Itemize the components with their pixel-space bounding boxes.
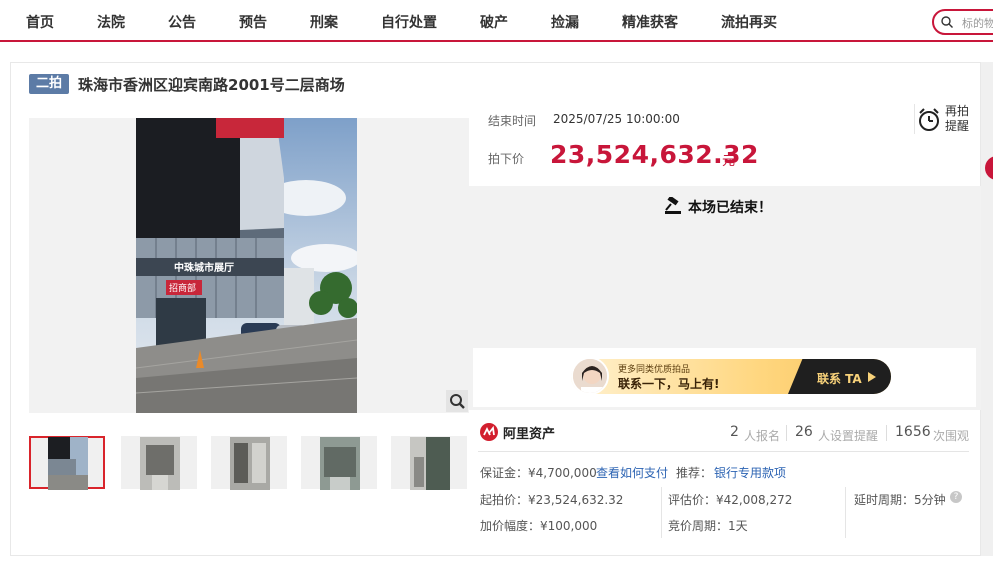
stat-divider bbox=[886, 425, 887, 441]
arrow-right-icon bbox=[868, 372, 876, 382]
search-icon bbox=[941, 16, 953, 28]
photo-banner: 招商部 bbox=[169, 282, 196, 294]
search-input[interactable]: 标的物 bbox=[962, 15, 993, 31]
end-time-value: 2025/07/25 10:00:00 bbox=[553, 112, 680, 126]
brand-name: 阿里资产 bbox=[503, 427, 556, 442]
end-time-label: 结束时间 bbox=[488, 114, 537, 128]
signup-label: 人报名 bbox=[744, 429, 781, 443]
thumbnail-5[interactable] bbox=[391, 436, 467, 490]
nav-item-court[interactable]: 法院 bbox=[97, 12, 125, 32]
delay-period: 延时周期：5分钟 bbox=[854, 493, 946, 507]
top-nav: 首页 法院 公告 预告 刑案 自行处置 破产 捡漏 精准获客 流拍再买 标的物 bbox=[0, 0, 993, 42]
alarm-clock-icon bbox=[919, 108, 939, 131]
nav-item-criminal[interactable]: 刑案 bbox=[310, 12, 338, 32]
help-icon[interactable]: ? bbox=[950, 491, 962, 503]
bid-increment: 加价幅度：¥100,000 bbox=[480, 519, 598, 533]
search-box[interactable]: 标的物 bbox=[932, 9, 993, 35]
stat-divider bbox=[786, 425, 787, 441]
nav-item-home[interactable]: 首页 bbox=[26, 12, 54, 32]
nav-item-bankruptcy[interactable]: 破产 bbox=[480, 12, 508, 32]
view-count: 1656 bbox=[895, 424, 931, 440]
column-divider bbox=[661, 487, 662, 538]
relist-remind-label: 再拍提醒 bbox=[945, 104, 970, 133]
page-title: 珠海市香洲区迎宾南路2001号二层商场 bbox=[78, 76, 345, 94]
evaluation-price: 评估价：¥42,008,272 bbox=[668, 493, 793, 507]
promo-subtitle: 更多同类优质拍品 bbox=[618, 365, 691, 375]
bid-cycle: 竞价周期：1天 bbox=[668, 519, 748, 533]
thumbnail-4[interactable] bbox=[301, 436, 377, 490]
column-divider bbox=[845, 487, 846, 538]
deposit: 保证金：¥4,700,000 bbox=[480, 466, 597, 480]
thumbnail-3[interactable] bbox=[211, 436, 287, 490]
relist-remind-button[interactable]: 再拍提醒 bbox=[914, 104, 970, 134]
main-photo[interactable]: 中珠城市展厅 招商部 bbox=[136, 118, 357, 413]
final-price-label: 拍下价 bbox=[488, 152, 525, 166]
nav-item-preview[interactable]: 预告 bbox=[239, 12, 267, 32]
photo-sign: 中珠城市展厅 bbox=[174, 261, 234, 274]
contact-button-label: 联系 TA bbox=[817, 372, 862, 386]
zoom-button[interactable] bbox=[446, 390, 468, 412]
nav-item-relist[interactable]: 流拍再买 bbox=[721, 12, 777, 32]
remind-count: 26 bbox=[795, 424, 813, 440]
ali-asset-logo-icon bbox=[480, 423, 498, 441]
view-label: 次围观 bbox=[933, 429, 970, 443]
how-to-pay-link[interactable]: 查看如何支付 bbox=[596, 464, 668, 481]
agent-avatar bbox=[571, 357, 609, 395]
nav-item-self-disposal[interactable]: 自行处置 bbox=[381, 12, 437, 32]
auction-ended-text: 本场已结束！ bbox=[688, 200, 772, 216]
divider bbox=[478, 451, 969, 452]
recommend-label: 推荐： bbox=[676, 466, 713, 480]
side-panel bbox=[981, 62, 993, 556]
thumbnail-1[interactable] bbox=[29, 436, 105, 490]
thumbnail-2[interactable] bbox=[121, 436, 197, 490]
gavel-icon bbox=[665, 197, 681, 214]
start-price: 起拍价：¥23,524,632.32 bbox=[480, 493, 624, 507]
nav-item-notice[interactable]: 公告 bbox=[168, 12, 196, 32]
nav-item-bargain[interactable]: 捡漏 bbox=[551, 12, 579, 32]
nav-item-precise-leads[interactable]: 精准获客 bbox=[622, 12, 678, 32]
remind-label: 人设置提醒 bbox=[818, 429, 879, 443]
price-unit: 元 bbox=[722, 154, 736, 169]
signup-count: 2 bbox=[730, 424, 739, 440]
round-badge: 二拍 bbox=[29, 74, 69, 94]
bank-fund-link[interactable]: 银行专用款项 bbox=[714, 464, 786, 481]
side-badge[interactable] bbox=[985, 156, 993, 180]
promo-title: 联系一下，马上有! bbox=[618, 377, 720, 391]
magnifier-icon bbox=[450, 394, 465, 409]
